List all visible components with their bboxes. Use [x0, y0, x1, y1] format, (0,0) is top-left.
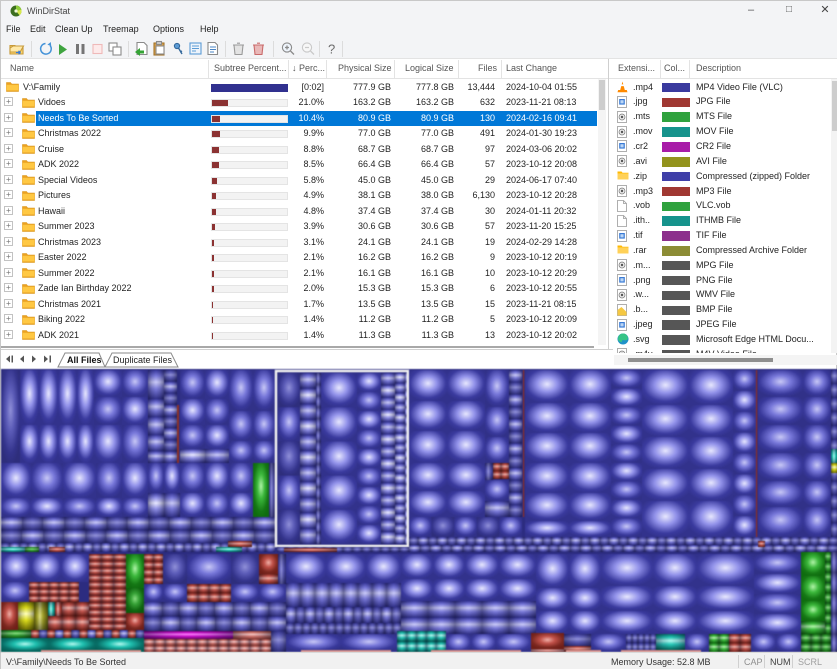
svg-text:Duplicate Files: Duplicate Files: [113, 355, 173, 365]
svg-text:All Files: All Files: [67, 355, 102, 365]
